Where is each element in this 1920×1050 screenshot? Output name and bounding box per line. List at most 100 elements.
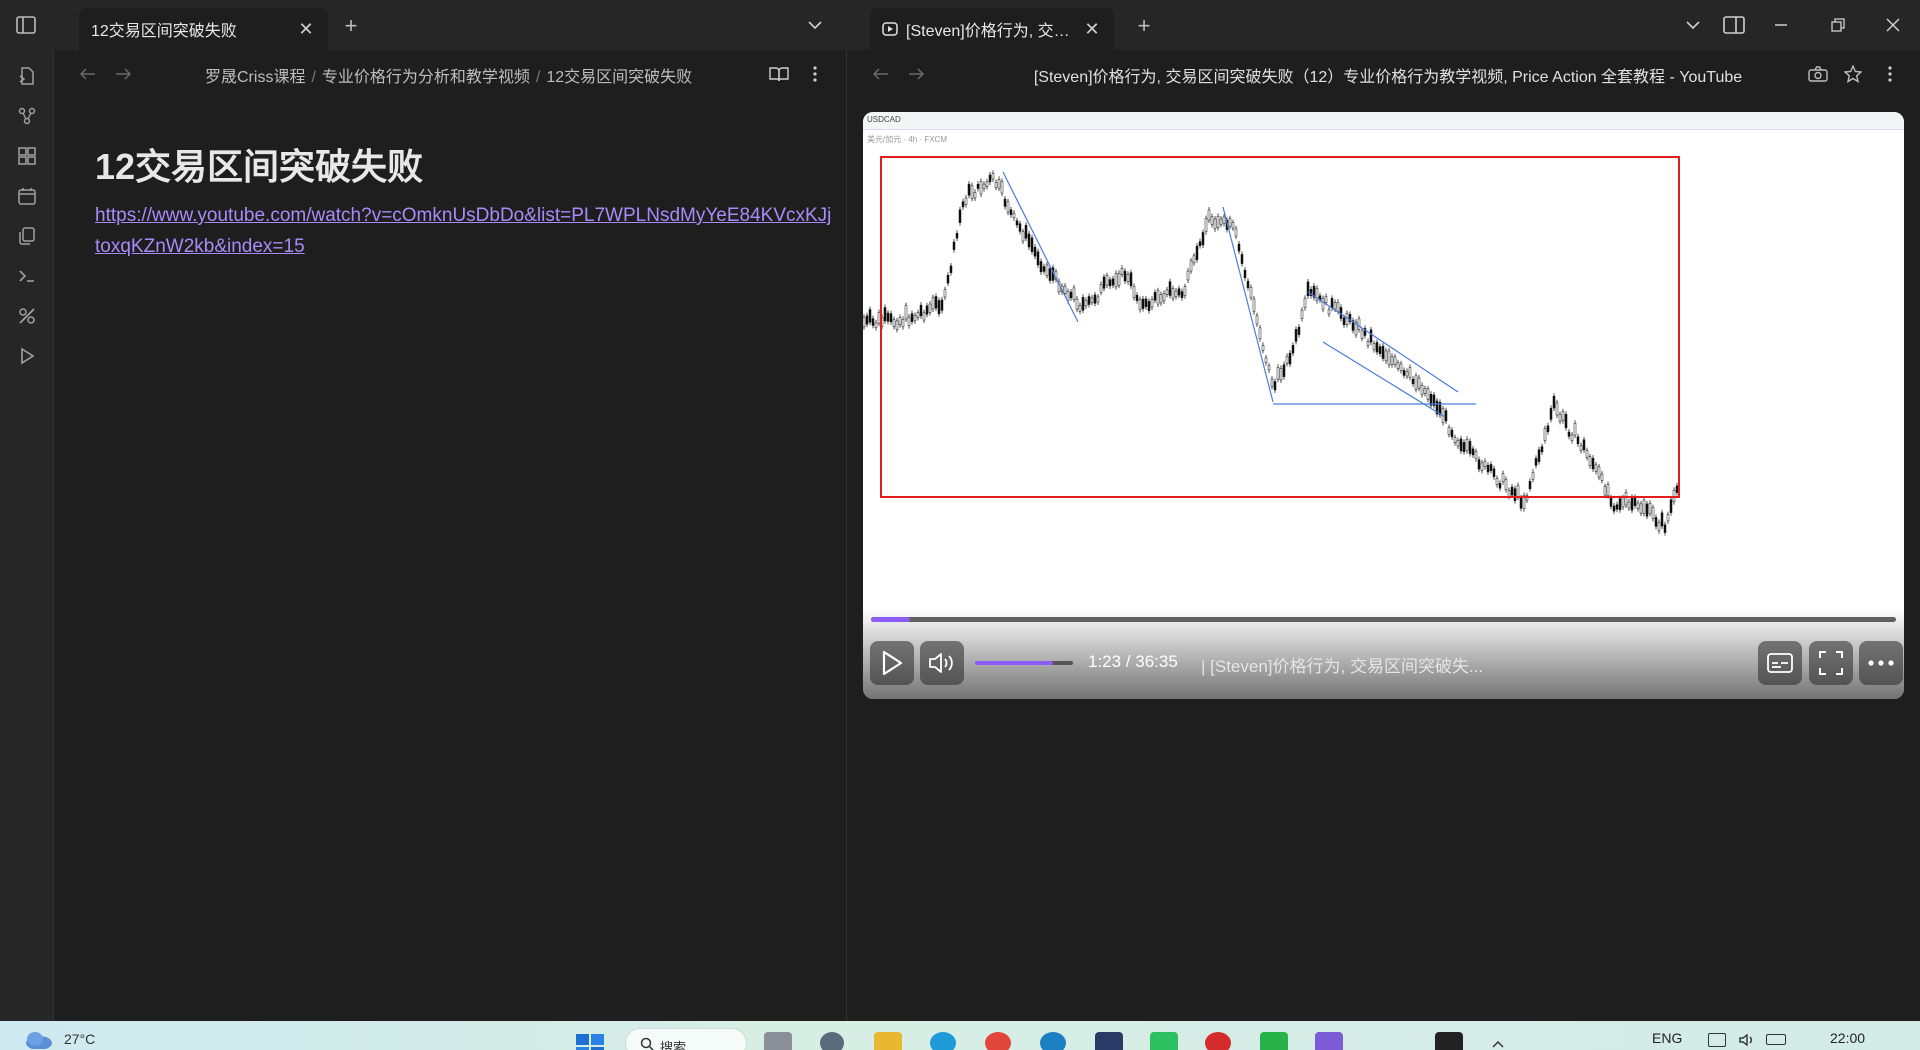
candle-body — [1138, 299, 1142, 310]
volume-slider[interactable] — [975, 661, 1073, 665]
restore-icon[interactable] — [1825, 13, 1851, 37]
back-arrow-icon[interactable] — [870, 63, 892, 85]
weather-icon[interactable] — [24, 1029, 54, 1050]
open-quick-switcher-icon[interactable] — [15, 64, 39, 88]
candle-body — [1537, 449, 1541, 462]
task-view-icon[interactable] — [764, 1032, 792, 1050]
clock[interactable]: 22:00 — [1830, 1030, 1865, 1046]
candle-body — [1150, 299, 1154, 308]
sidebar-toggle-icon[interactable] — [14, 14, 38, 36]
candle-body — [1603, 486, 1607, 496]
candle-body — [1159, 294, 1163, 304]
candle-body — [1528, 481, 1532, 490]
back-arrow-icon[interactable] — [77, 63, 99, 85]
tray-app-icon[interactable] — [1435, 1032, 1463, 1050]
tab-note[interactable]: 12交易区间突破失败 ✕ — [79, 8, 328, 50]
chrome-icon[interactable] — [985, 1032, 1011, 1050]
candle-body — [1237, 243, 1241, 252]
calendar-icon[interactable] — [15, 184, 39, 208]
green-app-icon[interactable] — [1260, 1032, 1288, 1050]
more-options-icon[interactable] — [803, 62, 827, 86]
templates-icon[interactable] — [15, 224, 39, 248]
candle-body — [1480, 462, 1484, 471]
forward-arrow-icon[interactable] — [112, 63, 134, 85]
candle-body — [1015, 220, 1019, 226]
chevron-down-icon[interactable] — [802, 13, 828, 37]
cat-app-icon[interactable] — [1095, 1032, 1123, 1050]
k-app-icon[interactable] — [1040, 1032, 1066, 1050]
netease-music-icon[interactable] — [1205, 1032, 1231, 1050]
candle-body — [1531, 472, 1535, 480]
chevron-down-icon[interactable] — [1680, 13, 1706, 37]
network-icon[interactable] — [1708, 1033, 1726, 1047]
speaker-icon[interactable] — [1738, 1033, 1756, 1050]
candle-body — [1606, 484, 1610, 497]
terminal-icon[interactable] — [15, 264, 39, 288]
file-explorer-icon[interactable] — [874, 1032, 902, 1050]
candle-body — [1657, 522, 1661, 532]
reading-view-icon[interactable] — [767, 62, 791, 86]
tools-icon[interactable] — [15, 304, 39, 328]
candle-body — [889, 313, 893, 323]
candle-body — [1090, 297, 1094, 303]
fullscreen-icon[interactable] — [1809, 641, 1853, 685]
candle-body — [940, 299, 944, 311]
more-options-icon[interactable] — [1878, 62, 1902, 86]
candle-body — [1486, 465, 1490, 473]
minimize-icon[interactable] — [1768, 13, 1794, 37]
youtube-link[interactable]: https://www.youtube.com/watch?v=cOmknUsD… — [95, 200, 835, 262]
candle-body — [1036, 251, 1040, 266]
candle-body — [1264, 357, 1268, 363]
start-icon[interactable] — [575, 1033, 605, 1050]
new-tab-icon[interactable]: + — [1132, 13, 1156, 38]
star-icon[interactable] — [1841, 62, 1865, 86]
candle-body — [1045, 264, 1049, 276]
candle-body — [1192, 255, 1196, 264]
video-player[interactable]: USDCAD 美元/加元 · 4h · FXCM 1:23 / 36:35 | … — [863, 112, 1904, 699]
settings-gear-icon[interactable] — [820, 1032, 844, 1050]
battery-icon[interactable] — [1766, 1034, 1786, 1045]
candle-body — [976, 184, 980, 189]
candle-body — [1447, 427, 1451, 435]
candle-body — [1393, 356, 1397, 365]
close-window-icon[interactable] — [1880, 13, 1906, 37]
camera-icon[interactable] — [1806, 62, 1830, 86]
breadcrumb-separator: / — [311, 69, 316, 86]
tab-web[interactable]: [Steven]价格行为, 交易... ✕ — [870, 8, 1114, 50]
candle-body — [991, 173, 995, 180]
forward-arrow-icon[interactable] — [905, 63, 927, 85]
volume-icon[interactable] — [920, 641, 964, 685]
candle-body — [892, 319, 896, 327]
candle-body — [1546, 425, 1550, 432]
search-box[interactable]: 搜索 — [625, 1028, 747, 1050]
tab-web-label: [Steven]价格行为, 交易... — [906, 23, 1082, 40]
edge-icon[interactable] — [930, 1032, 956, 1050]
seek-bar[interactable] — [871, 617, 1896, 622]
note-title[interactable]: 12交易区间突破失败 — [95, 138, 423, 190]
breadcrumb-item[interactable]: 12交易区间突破失败 — [546, 69, 692, 86]
close-icon[interactable]: ✕ — [296, 19, 316, 39]
obsidian-icon[interactable] — [1315, 1032, 1343, 1050]
breadcrumb-item[interactable]: 专业价格行为分析和教学视频 — [322, 69, 530, 86]
tab-note-label: 12交易区间突破失败 — [91, 23, 237, 40]
input-language[interactable]: ENG — [1652, 1030, 1682, 1046]
candle-body — [1507, 490, 1511, 497]
wechat-icon[interactable] — [1150, 1032, 1178, 1050]
candle-body — [1204, 218, 1208, 232]
right-sidebar-toggle-icon[interactable] — [1721, 13, 1747, 37]
candle-body — [1672, 489, 1676, 502]
candle-body — [1069, 291, 1073, 299]
play-button[interactable] — [870, 641, 914, 685]
close-icon[interactable]: ✕ — [1082, 19, 1102, 39]
canvas-icon[interactable] — [15, 144, 39, 168]
breadcrumb-item[interactable]: 罗晟Criss课程 — [205, 69, 305, 86]
play-icon[interactable] — [15, 344, 39, 368]
candle-body — [1471, 448, 1475, 456]
candle-body — [1360, 330, 1364, 339]
more-options-icon[interactable] — [1859, 641, 1903, 685]
new-tab-icon[interactable]: + — [339, 13, 363, 38]
captions-icon[interactable] — [1758, 641, 1802, 685]
graph-view-icon[interactable] — [15, 104, 39, 128]
volume-slider-fill — [975, 661, 1054, 665]
chevron-up-icon[interactable] — [1492, 1035, 1504, 1050]
